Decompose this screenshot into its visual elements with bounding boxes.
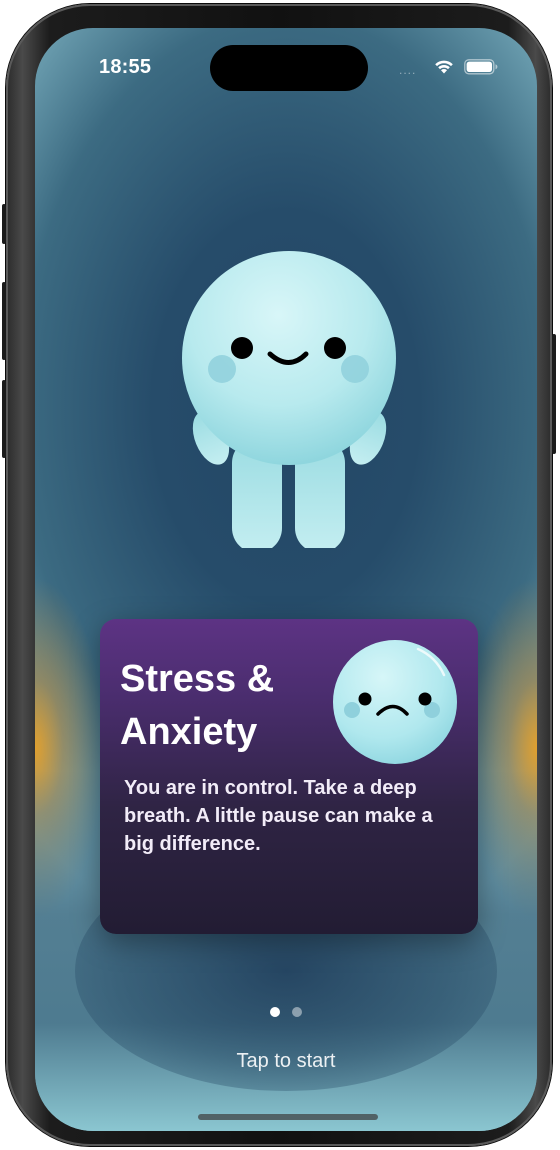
page-dot-1[interactable] (270, 1007, 280, 1017)
mood-card[interactable]: Stress & Anxiety You are in control. Tak… (100, 619, 478, 934)
dynamic-island (210, 45, 368, 91)
page-dot-2[interactable] (292, 1007, 302, 1017)
battery-icon (464, 59, 498, 75)
tap-to-start-label[interactable]: Tap to start (35, 1050, 537, 1073)
volume-up-button (2, 282, 6, 360)
card-title: Stress & Anxiety (120, 658, 275, 753)
status-time: 18:55 (99, 56, 152, 78)
signal-indicator: .... (399, 63, 417, 77)
wifi-icon (435, 60, 453, 74)
worried-face-icon (333, 640, 457, 764)
home-indicator[interactable] (198, 1114, 378, 1120)
page-indicator[interactable] (35, 1007, 537, 1019)
smiling-blob-mascot[interactable] (175, 248, 405, 548)
power-button (552, 334, 556, 454)
action-button (2, 204, 6, 244)
volume-down-button (2, 380, 6, 458)
screen[interactable]: 18:55 .... Stress & Anxiety You are in c… (35, 28, 537, 1131)
card-description: You are in control. Take a deep breath. … (124, 777, 433, 855)
phone-frame: 18:55 .... Stress & Anxiety You are in c… (2, 4, 556, 1146)
